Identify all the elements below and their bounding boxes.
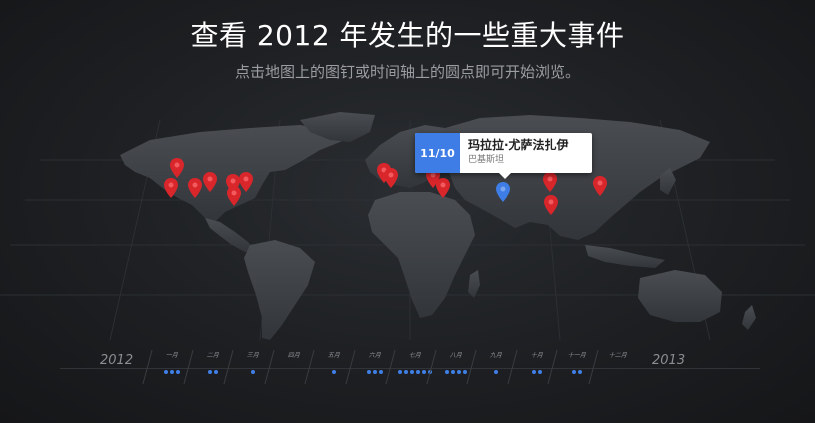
timeline-event-dot[interactable]	[251, 370, 255, 374]
continent-madagascar	[468, 270, 480, 298]
timeline-month-label: 十二月	[607, 352, 628, 359]
timeline-event-dot[interactable]	[164, 370, 168, 374]
timeline-month-label: 七月	[408, 352, 423, 359]
timeline-event-dot[interactable]	[494, 370, 498, 374]
timeline-event-dot[interactable]	[378, 370, 383, 374]
timeline-month-label: 二月	[205, 352, 220, 359]
timeline-event-dot[interactable]	[170, 370, 174, 374]
map-pin[interactable]	[227, 186, 241, 206]
timeline-event-dot[interactable]	[404, 370, 408, 374]
timeline-event-dot[interactable]	[462, 370, 467, 374]
timeline-month-label: 八月	[448, 352, 463, 359]
continent-new-zealand	[742, 305, 756, 330]
event-tooltip[interactable]: 11/10 玛拉拉·尤萨法扎伊 巴基斯坦	[415, 133, 592, 179]
timeline-month-label: 三月	[246, 352, 261, 359]
event-location: 巴基斯坦	[468, 155, 505, 165]
timeline-month[interactable]: 十二月	[587, 350, 640, 384]
map-pin[interactable]	[384, 168, 398, 188]
continent-africa	[368, 192, 475, 318]
timeline-start-year: 2012	[100, 353, 134, 368]
timeline-event-dot[interactable]	[398, 370, 402, 374]
timeline-event-dot[interactable]	[366, 370, 371, 374]
page-subtitle: 点击地图上的图钉或时间轴上的圆点即可开始浏览。	[234, 63, 580, 81]
timeline-month-label: 六月	[367, 352, 382, 359]
timeline-event-dot[interactable]	[578, 370, 582, 374]
timeline-event-dot[interactable]	[456, 370, 461, 374]
timeline-event-dot[interactable]	[531, 370, 536, 374]
timeline-month-label: 十月	[529, 352, 544, 359]
continent-south-america	[244, 240, 315, 340]
timeline: 2012 2013 一月 二月 三月 四月 五月 六月 七月 八月 九月 十月 十一月 十二月	[0, 340, 815, 400]
timeline-month-label: 十一月	[567, 352, 588, 359]
map-pin[interactable]	[544, 195, 558, 215]
map-pin[interactable]	[188, 178, 202, 198]
continent-southeast-asia	[585, 245, 665, 268]
timeline-event-dot[interactable]	[332, 370, 336, 374]
timeline-event-dot[interactable]	[410, 370, 414, 374]
timeline-event-dot[interactable]	[450, 370, 455, 374]
events-map-stage: 查看 2012 年发生的一些重大事件 点击地图上的图钉或时间轴上的圆点即可开始浏…	[0, 0, 815, 423]
timeline-month-label: 一月	[165, 352, 180, 359]
timeline-event-dots	[596, 370, 640, 375]
map-pin[interactable]	[164, 178, 178, 198]
timeline-event-dot[interactable]	[416, 370, 420, 374]
timeline-event-dot[interactable]	[176, 370, 180, 374]
map-pin-active[interactable]	[496, 182, 510, 202]
event-date: 11/10	[415, 133, 460, 173]
timeline-end-year: 2013	[652, 353, 686, 368]
map-pin[interactable]	[593, 176, 607, 196]
timeline-event-dot[interactable]	[372, 370, 377, 374]
page-title: 查看 2012 年发生的一些重大事件	[190, 19, 625, 52]
event-name: 玛拉拉·尤萨法扎伊	[468, 138, 569, 152]
map-pin[interactable]	[239, 172, 253, 192]
map-pin[interactable]	[203, 172, 217, 192]
timeline-month-label: 五月	[327, 352, 342, 359]
timeline-event-dot[interactable]	[572, 370, 576, 374]
continent-australia	[638, 270, 722, 322]
timeline-event-dot[interactable]	[207, 370, 212, 374]
timeline-event-dot[interactable]	[444, 370, 449, 374]
timeline-event-dot[interactable]	[213, 370, 218, 374]
continent-central-america	[205, 218, 255, 252]
map-pin[interactable]	[436, 178, 450, 198]
timeline-month-label: 四月	[286, 352, 301, 359]
timeline-month-label: 九月	[489, 352, 504, 359]
timeline-event-dot[interactable]	[422, 370, 426, 374]
timeline-event-dot[interactable]	[537, 370, 542, 374]
map-pin[interactable]	[543, 172, 557, 192]
map-pin[interactable]	[170, 158, 184, 178]
